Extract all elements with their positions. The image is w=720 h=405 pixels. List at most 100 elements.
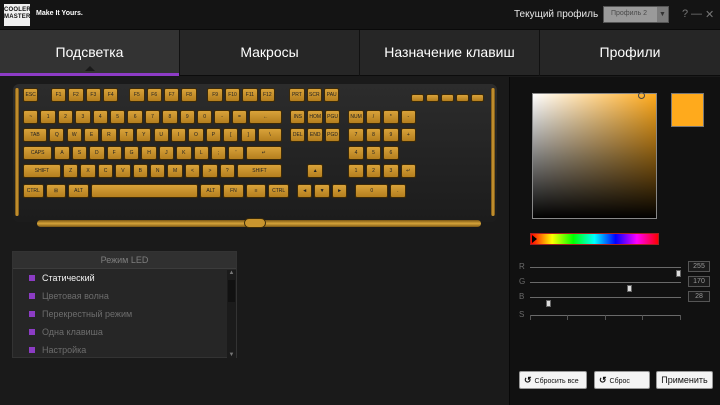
keyboard-key[interactable]: H — [141, 146, 157, 160]
keyboard-key[interactable]: J — [158, 146, 175, 160]
keyboard-key[interactable]: F1 — [50, 88, 67, 102]
keyboard-key[interactable]: ≡ — [245, 184, 267, 198]
keyboard-key[interactable]: CAPS — [23, 146, 53, 160]
scrollbar-thumb[interactable] — [228, 280, 235, 302]
keyboard-key[interactable]: 3 — [75, 110, 91, 124]
keyboard-key[interactable]: ' — [228, 146, 244, 160]
keyboard-key[interactable]: F8 — [181, 88, 197, 102]
color-picker-marker[interactable] — [638, 92, 645, 99]
keyboard-key[interactable]: F12 — [259, 88, 276, 102]
keyboard-key[interactable]: > — [202, 164, 218, 178]
keyboard-key[interactable]: 0 — [355, 184, 389, 198]
keyboard-key[interactable]: PRT — [289, 88, 305, 102]
keyboard-key[interactable]: 7 — [348, 128, 364, 142]
keyboard-key[interactable]: ← — [249, 110, 282, 124]
keyboard-key[interactable]: PAU — [324, 88, 340, 102]
keyboard-key[interactable]: / — [365, 110, 382, 124]
keyboard-key[interactable]: X — [80, 164, 96, 178]
keyboard-key[interactable]: 5 — [365, 146, 382, 160]
keyboard-key[interactable]: 4 — [92, 110, 108, 124]
media-key[interactable] — [441, 94, 454, 102]
tab-profiles[interactable]: Профили — [540, 30, 720, 76]
keyboard-key[interactable]: 6 — [383, 146, 399, 160]
apply-button[interactable]: Применить — [656, 371, 713, 389]
chevron-down-icon[interactable]: ▼ — [657, 7, 668, 22]
led-mode-crosshair[interactable]: Перекрестный режим — [13, 306, 226, 324]
keyboard-key[interactable]: 1 — [348, 164, 364, 178]
blue-value[interactable]: 28 — [688, 291, 710, 302]
keyboard-key[interactable]: = — [231, 110, 248, 124]
keyboard-key[interactable]: 5 — [110, 110, 126, 124]
keyboard-key[interactable]: ALT — [200, 184, 222, 198]
keyboard-key[interactable]: END — [307, 128, 323, 142]
keyboard-key[interactable]: ↵ — [400, 164, 416, 178]
keyboard-key[interactable]: W — [66, 128, 82, 142]
blue-slider-thumb[interactable] — [546, 300, 551, 307]
keyboard-key[interactable]: ESC — [23, 88, 39, 102]
keyboard-key[interactable]: D — [89, 146, 105, 160]
help-icon[interactable]: ? — [682, 8, 688, 20]
led-mode-scrollbar[interactable]: ▲ ▼ — [227, 270, 236, 358]
hue-slider[interactable] — [530, 233, 659, 245]
keyboard-key[interactable]: ⊞ — [45, 184, 67, 198]
keyboard-key[interactable]: G — [123, 146, 140, 160]
media-key[interactable] — [411, 94, 424, 102]
keyboard-key[interactable]: U — [153, 128, 169, 142]
keyboard-key[interactable]: ~ — [23, 110, 39, 124]
keyboard-key[interactable]: SHIFT — [237, 164, 282, 178]
keyboard-key[interactable]: N — [150, 164, 166, 178]
keyboard-key[interactable]: ► — [331, 184, 348, 198]
keyboard-key[interactable]: ▲ — [307, 164, 323, 178]
keyboard-key[interactable]: SHIFT — [23, 164, 62, 178]
led-mode-static[interactable]: Статический — [13, 270, 226, 288]
keyboard-key[interactable]: A — [54, 146, 70, 160]
green-value[interactable]: 170 — [688, 276, 710, 287]
keyboard-key[interactable]: 2 — [365, 164, 382, 178]
keyboard-key[interactable]: 0 — [197, 110, 213, 124]
led-mode-custom[interactable]: Настройка — [13, 342, 226, 360]
keyboard-key[interactable]: PGD — [324, 128, 341, 142]
keyboard-key[interactable]: M — [167, 164, 183, 178]
keyboard-key[interactable]: 4 — [348, 146, 364, 160]
tab-macros[interactable]: Макросы — [180, 30, 360, 76]
keyboard-key[interactable]: + — [400, 128, 416, 142]
keyboard-key[interactable]: F7 — [163, 88, 180, 102]
keyboard-key[interactable]: 2 — [57, 110, 74, 124]
keyboard-key[interactable]: FN — [223, 184, 244, 198]
keyboard-key[interactable]: 9 — [383, 128, 399, 142]
keyboard-key[interactable]: 9 — [179, 110, 195, 124]
keyboard-key[interactable]: Z — [63, 164, 79, 178]
keyboard-key[interactable]: [ — [223, 128, 239, 142]
keyboard-key[interactable]: DEL — [290, 128, 306, 142]
keyboard-key[interactable]: * — [383, 110, 399, 124]
keyboard-key[interactable]: ; — [210, 146, 227, 160]
keyboard-key[interactable]: . — [390, 184, 406, 198]
keyboard-key[interactable]: R — [101, 128, 117, 142]
profile-dropdown[interactable]: Профиль 2 ▼ — [603, 6, 669, 23]
red-value[interactable]: 255 — [688, 261, 710, 272]
scroll-down-icon[interactable]: ▼ — [227, 352, 236, 358]
minimize-icon[interactable]: — — [691, 8, 702, 20]
media-key[interactable] — [456, 94, 469, 102]
keyboard-key[interactable]: ] — [240, 128, 256, 142]
keyboard-key[interactable]: F10 — [224, 88, 241, 102]
keyboard-key[interactable]: P — [205, 128, 222, 142]
hue-slider-marker[interactable] — [532, 235, 537, 243]
media-key[interactable] — [471, 94, 484, 102]
led-mode-single-key[interactable]: Одна клавиша — [13, 324, 226, 342]
keyboard-key[interactable]: 6 — [127, 110, 143, 124]
tab-lighting[interactable]: Подсветка — [0, 30, 180, 76]
keyboard-key[interactable]: PGU — [324, 110, 341, 124]
keyboard-key[interactable]: V — [115, 164, 131, 178]
keyboard-key[interactable]: T — [118, 128, 135, 142]
media-key[interactable] — [426, 94, 439, 102]
keyboard-key[interactable]: 7 — [144, 110, 161, 124]
keyboard-key[interactable]: 8 — [162, 110, 178, 124]
keyboard-key[interactable]: CTRL — [23, 184, 44, 198]
keyboard-key[interactable]: F11 — [242, 88, 258, 102]
keyboard-key[interactable]: ? — [219, 164, 235, 178]
led-mode-color-wave[interactable]: Цветовая волна — [13, 288, 226, 306]
keyboard-key[interactable]: F3 — [85, 88, 102, 102]
keyboard-key[interactable]: ALT — [68, 184, 89, 198]
keyboard-key[interactable]: O — [188, 128, 204, 142]
